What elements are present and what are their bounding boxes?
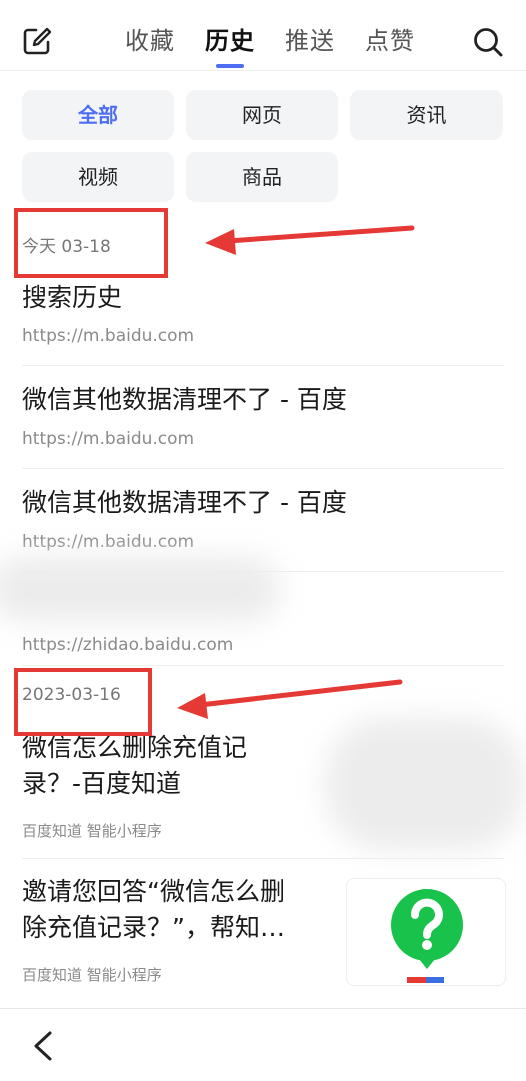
tab-push[interactable]: 推送 — [270, 22, 350, 66]
annotation-arrow-head — [205, 229, 236, 255]
filter-goods[interactable]: 商品 — [186, 152, 338, 202]
annotation-box — [14, 668, 152, 736]
tab-history[interactable]: 历史 — [190, 22, 270, 68]
bottom-bar — [0, 1008, 526, 1081]
annotation-arrow-shaft — [197, 679, 403, 708]
filter-news[interactable]: 资讯 — [350, 90, 503, 140]
tab-likes[interactable]: 点赞 — [350, 22, 430, 66]
tab-bar: 收藏 历史 推送 点赞 — [110, 22, 430, 68]
question-mark-icon — [391, 889, 463, 983]
divider — [22, 365, 504, 366]
search-icon[interactable] — [472, 26, 504, 58]
back-icon[interactable] — [28, 1029, 58, 1063]
annotation-box — [14, 208, 168, 278]
filter-all[interactable]: 全部 — [22, 90, 174, 140]
history-item-title-line1[interactable]: 邀请您回答“微信怎么删 — [22, 874, 285, 910]
annotation-arrow-head — [177, 693, 208, 719]
history-item-title[interactable]: 微信其他数据清理不了 - 百度 — [22, 382, 347, 418]
divider — [22, 858, 504, 859]
top-nav-bar: 收藏 历史 推送 点赞 — [0, 0, 526, 71]
history-item-title[interactable]: 微信其他数据清理不了 - 百度 — [22, 485, 347, 521]
edit-icon[interactable] — [22, 26, 52, 56]
redaction-blur — [0, 556, 280, 622]
filter-web[interactable]: 网页 — [186, 90, 338, 140]
history-item-url: https://m.baidu.com — [22, 326, 195, 346]
history-item-source: 百度知道 智能小程序 — [22, 966, 162, 984]
tab-favorites[interactable]: 收藏 — [110, 22, 190, 66]
divider — [22, 665, 504, 666]
annotation-arrow-shaft — [225, 225, 415, 244]
divider — [22, 468, 504, 469]
history-item-url: https://m.baidu.com — [22, 532, 195, 552]
filter-video[interactable]: 视频 — [22, 152, 174, 202]
thumbnail[interactable] — [346, 878, 506, 986]
history-item-title-line2[interactable]: 除充值记录？”，帮知… — [22, 910, 285, 946]
redaction-blur — [325, 718, 525, 850]
history-item-url: https://m.baidu.com — [22, 429, 195, 449]
history-item-url: https://zhidao.baidu.com — [22, 635, 234, 655]
history-item-source: 百度知道 智能小程序 — [22, 822, 162, 840]
history-item-title[interactable]: 搜索历史 — [22, 280, 122, 316]
history-item-title-line2[interactable]: 录？-百度知道 — [22, 766, 181, 802]
